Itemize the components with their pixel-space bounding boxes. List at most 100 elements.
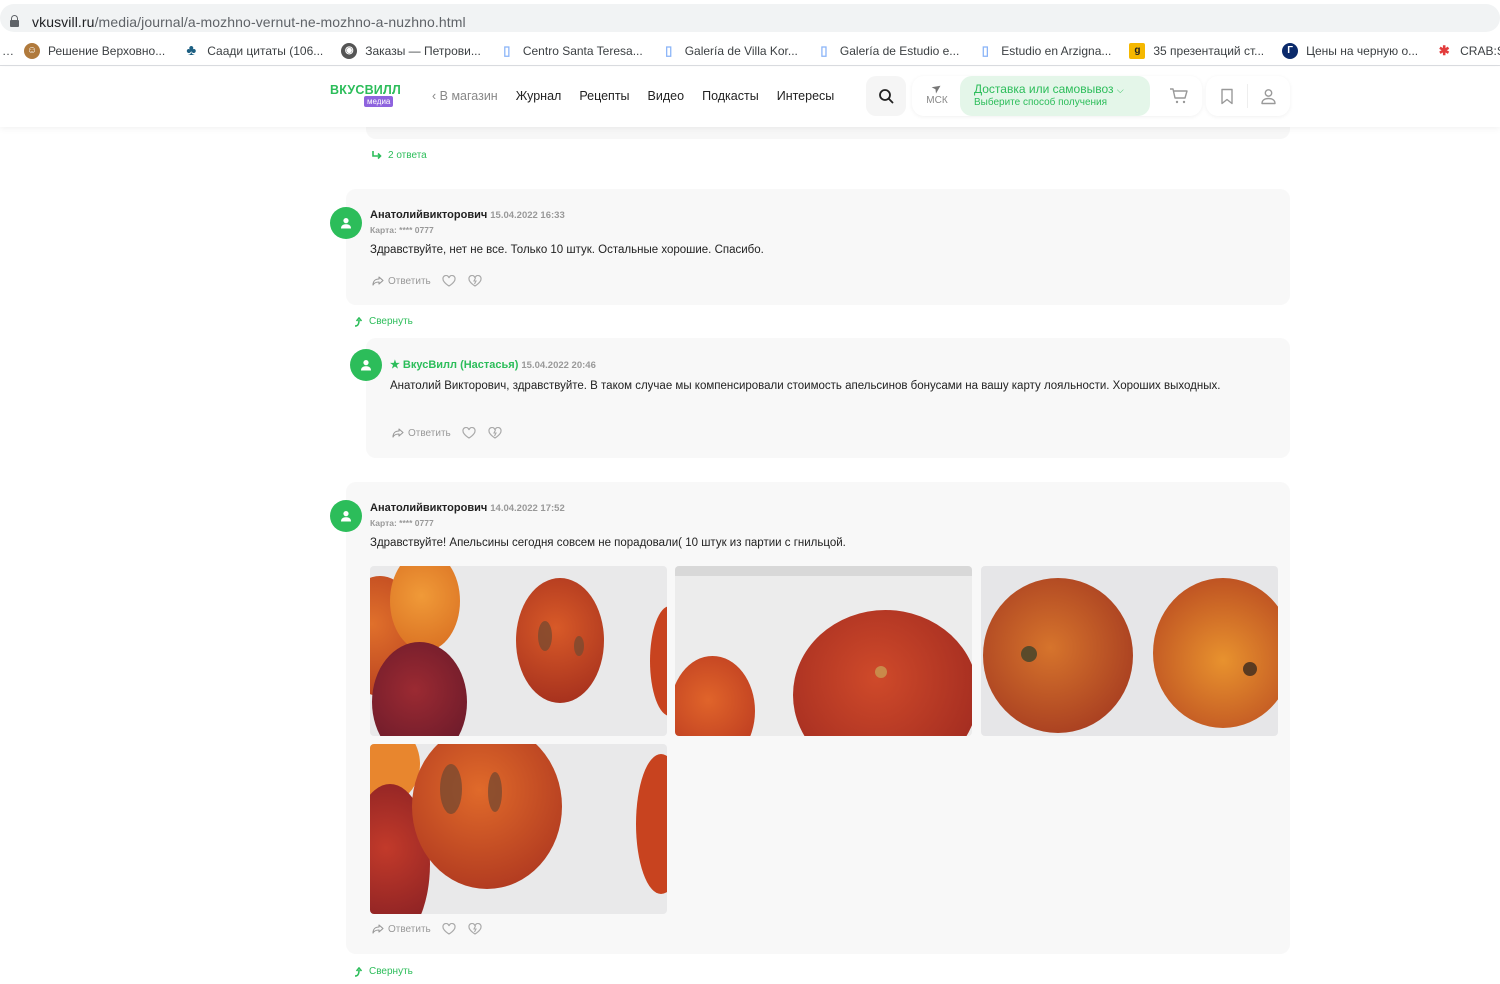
comment-date: 15.04.2022 16:33 xyxy=(490,210,565,221)
bookmark-item[interactable]: ▯ Galería de Estudio e... xyxy=(816,43,959,59)
comment-text: Здравствуйте! Апельсины сегодня совсем н… xyxy=(370,537,846,549)
reply-button[interactable]: Ответить xyxy=(392,428,451,439)
t-logo-icon: Г xyxy=(1282,42,1299,59)
bookmark-item[interactable]: ♣ Саади цитаты (106... xyxy=(183,42,323,59)
dislike-button[interactable] xyxy=(467,274,483,288)
search-button[interactable] xyxy=(866,76,906,116)
browser-address-bar: vkusvill.ru/media/journal/a-mozhno-vernu… xyxy=(0,0,1500,36)
chevron-down-icon: ⌵ xyxy=(1116,85,1124,95)
bookmarks-overflow[interactable]: … xyxy=(2,44,14,58)
bookmark-item[interactable]: ▯ Estudio en Arzigna... xyxy=(977,42,1112,59)
share-reply-icon xyxy=(372,924,384,934)
reply-arrow-icon xyxy=(372,151,382,160)
show-replies-link[interactable]: 2 ответа xyxy=(372,150,427,161)
loyalty-card-number: Карта: **** 0777 xyxy=(370,518,434,528)
url-path: /media/journal/a-mozhno-vernut-ne-mozhno… xyxy=(94,14,466,30)
logo-badge: медиа xyxy=(364,96,394,107)
bookmark-icon xyxy=(1220,88,1233,104)
nav-recipes[interactable]: Рецепты xyxy=(579,89,629,103)
comment-photo[interactable] xyxy=(370,744,667,914)
bookmark-item[interactable]: ◉ Заказы — Петрови... xyxy=(341,42,481,59)
heart-icon xyxy=(462,427,476,439)
logo-text: ВКУСВИЛЛ xyxy=(330,83,401,97)
document-icon: ▯ xyxy=(820,42,828,58)
comment-date: 14.04.2022 17:52 xyxy=(490,503,565,514)
globe-icon: ◉ xyxy=(341,42,358,59)
bookmark-label: Заказы — Петрови... xyxy=(365,43,481,58)
comment-card: Анатолийвикторович 14.04.2022 17:52 Карта… xyxy=(330,482,1290,954)
comment-text: Здравствуйте, нет не все. Только 10 штук… xyxy=(370,244,764,256)
bookmark-item[interactable]: g 35 презентаций ст... xyxy=(1129,42,1265,59)
nav-interests[interactable]: Интересы xyxy=(777,89,835,103)
like-button[interactable] xyxy=(441,274,457,288)
bookmark-label: Решение Верховно... xyxy=(48,43,166,58)
nav-podcasts[interactable]: Подкасты xyxy=(702,89,759,103)
like-button[interactable] xyxy=(441,922,457,936)
comment-photo[interactable] xyxy=(675,566,972,736)
comment-header: ★ ВкусВилл (Настасья) 15.04.2022 20:46 xyxy=(390,358,596,371)
comments-section: 2 ответа Анатолийвикторович 15.04.2022 16… xyxy=(0,122,1500,984)
cart-icon xyxy=(1170,88,1188,104)
nav-video[interactable]: Видео xyxy=(648,89,685,103)
nav-back-to-store[interactable]: ‹ В магазин xyxy=(432,89,498,103)
nav-journal[interactable]: Журнал xyxy=(516,89,562,103)
cart-button[interactable] xyxy=(1156,76,1202,116)
comment-author-staff[interactable]: ★ ВкусВилл (Настасья) xyxy=(390,359,518,371)
user-avatar-icon xyxy=(341,218,351,229)
user-avatar-icon xyxy=(361,360,371,371)
vkusvill-media-logo[interactable]: ВКУСВИЛЛ медиа xyxy=(330,83,401,107)
comment-author[interactable]: Анатолийвикторович xyxy=(370,209,487,221)
arrow-up-curved-icon xyxy=(354,966,362,977)
comment-photo[interactable] xyxy=(370,566,667,736)
dislike-button[interactable] xyxy=(487,426,503,440)
dislike-button[interactable] xyxy=(467,922,483,936)
collapse-replies-link[interactable]: Свернуть xyxy=(354,966,413,977)
bookmark-label: Estudio en Arzigna... xyxy=(1001,43,1112,58)
comment-actions: Ответить xyxy=(372,274,493,288)
bookmark-item[interactable]: ▯ Galería de Villa Kor... xyxy=(661,43,798,59)
reply-button[interactable]: Ответить xyxy=(372,276,431,287)
delivery-selector[interactable]: Доставка или самовывоз ⌵ Выберите способ… xyxy=(960,76,1150,116)
collapse-label: Свернуть xyxy=(369,316,413,327)
bookmark-item[interactable]: Г Цены на черную о... xyxy=(1282,42,1419,59)
main-nav: ‹ В магазин Журнал Рецепты Видео Подкаст… xyxy=(432,89,852,103)
profile-button[interactable] xyxy=(1248,76,1289,116)
collapse-replies-link[interactable]: Свернуть xyxy=(354,316,413,327)
reply-button[interactable]: Ответить xyxy=(372,924,431,935)
broken-heart-icon xyxy=(468,923,482,935)
bookmark-label: 35 презентаций ст... xyxy=(1153,43,1265,58)
user-icon xyxy=(1261,88,1276,104)
city-selector[interactable]: ➤ МСК xyxy=(922,79,952,106)
broken-heart-icon xyxy=(468,275,482,287)
document-icon: ▯ xyxy=(981,42,989,58)
location-delivery-group: ➤ МСК Доставка или самовывоз ⌵ Выберите … xyxy=(912,76,1202,116)
bookmarks-button[interactable] xyxy=(1206,76,1247,116)
like-button[interactable] xyxy=(461,426,477,440)
reply-label: Ответить xyxy=(388,923,431,935)
avatar xyxy=(350,349,382,381)
nav-back-label: В магазин xyxy=(439,89,498,103)
heart-icon xyxy=(442,923,456,935)
bookmark-item[interactable]: ☺ Решение Верховно... xyxy=(24,42,166,59)
lock-icon[interactable] xyxy=(10,15,19,27)
share-reply-icon xyxy=(392,428,404,438)
comment-author[interactable]: Анатолийвикторович xyxy=(370,502,487,514)
bookmark-item[interactable]: ▯ Centro Santa Teresa... xyxy=(499,42,643,59)
url-field[interactable]: vkusvill.ru/media/journal/a-mozhno-vernu… xyxy=(0,4,1500,32)
bookmark-label: Цены на черную о... xyxy=(1306,43,1419,58)
url-text[interactable]: vkusvill.ru/media/journal/a-mozhno-vernu… xyxy=(32,14,466,30)
document-icon: ▯ xyxy=(503,42,511,58)
comment-text: Анатолий Викторович, здравствуйте. В так… xyxy=(390,380,1221,392)
comment-actions: Ответить xyxy=(372,922,493,936)
comment-photo[interactable] xyxy=(981,566,1278,736)
portrait-icon: ☺ xyxy=(24,42,40,59)
g-logo-icon: g xyxy=(1129,42,1146,59)
crab-icon: ✱ xyxy=(1438,42,1450,58)
bookmark-item[interactable]: ✱ CRAB:STORE - м xyxy=(1436,43,1500,59)
avatar xyxy=(330,207,362,239)
bookmark-label: Galería de Estudio e... xyxy=(839,43,960,58)
chevron-left-icon: ‹ xyxy=(432,89,440,103)
bookmark-label: Centro Santa Teresa... xyxy=(522,43,643,58)
comment-card-reply: ★ ВкусВилл (Настасья) 15.04.2022 20:46 Ан… xyxy=(350,338,1290,458)
arrow-up-curved-icon xyxy=(354,316,362,327)
